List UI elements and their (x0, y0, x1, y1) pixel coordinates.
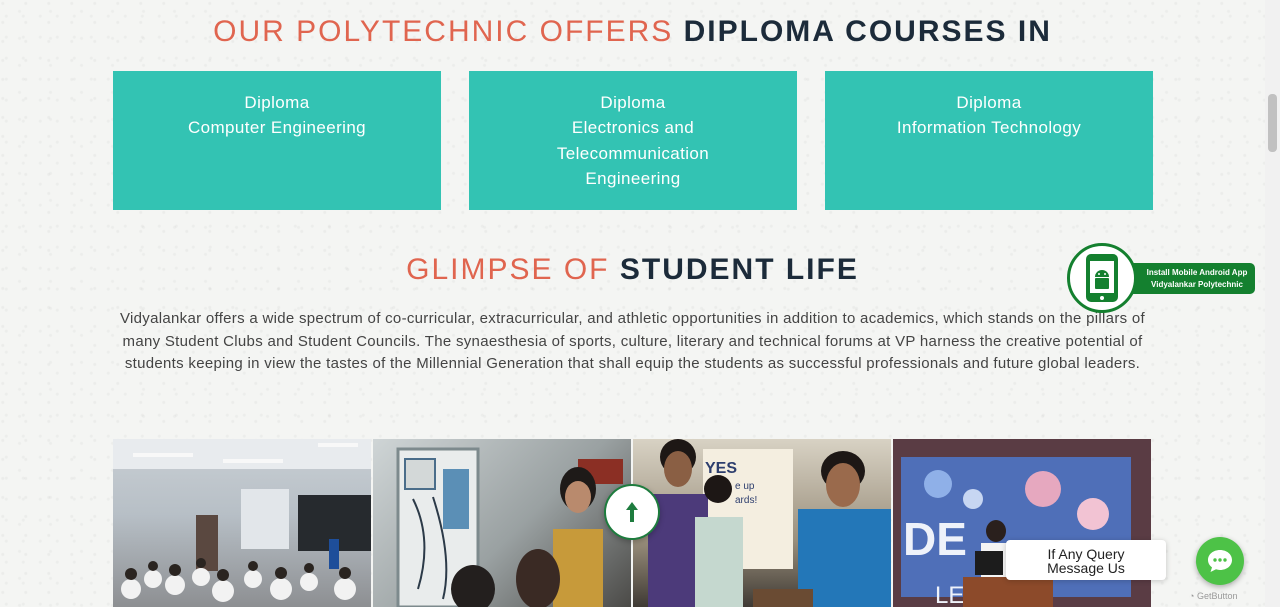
lab-scene (396, 447, 623, 607)
seminar-screen-text: DE (903, 513, 967, 565)
gallery-photo-classroom[interactable] (113, 439, 371, 607)
course-line: Engineering (585, 169, 681, 189)
chat-button[interactable] (1196, 537, 1244, 585)
query-line2: Message Us (1047, 560, 1125, 576)
courses-heading-light: OUR POLYTECHNIC OFFERS (213, 15, 674, 48)
seminar-screen-text: LE (935, 582, 964, 607)
course-line: Diploma (244, 93, 310, 112)
install-android-app-banner[interactable]: Install Mobile Android App Vidyalankar P… (1067, 243, 1255, 313)
exhibition-sign-fragment: ards! (735, 495, 757, 506)
course-line: Diploma (600, 93, 666, 112)
gallery-photo-seminar[interactable]: DE LE (893, 439, 1151, 607)
course-card-information-technology[interactable]: Diploma Information Technology (825, 71, 1153, 210)
getbutton-icon: ◔ (1189, 591, 1195, 601)
app-banner-line2: Vidyalankar Polytechnic (1151, 280, 1243, 289)
scrollbar-thumb[interactable] (1268, 94, 1277, 152)
course-card-computer-engineering[interactable]: Diploma Computer Engineering (113, 71, 441, 210)
course-line: Telecommunication (556, 143, 710, 163)
gallery-photo-project-exhibition[interactable]: YES e up ards! (633, 439, 891, 607)
course-card-electronics-telecommunication[interactable]: Diploma Electronics and Telecommunicatio… (469, 71, 797, 210)
course-line: Electronics and (571, 118, 695, 138)
seminar-scene: DE LE (893, 439, 1151, 607)
arrow-up-icon (626, 502, 638, 522)
query-message-bubble[interactable]: If Any Query Message Us (1006, 540, 1166, 580)
courses-heading: OUR POLYTECHNIC OFFERS DIPLOMA COURSES I… (0, 17, 1265, 47)
exhibition-sign-text: YES (705, 460, 737, 477)
student-life-heading-dark: STUDENT LIFE (619, 253, 859, 286)
chat-bubble-icon (1208, 550, 1232, 572)
app-banner-icon-circle (1067, 243, 1137, 313)
page-scrollbar[interactable] (1265, 0, 1280, 607)
student-life-description: Vidyalankar offers a wide spectrum of co… (119, 310, 1145, 372)
android-phone-icon (1086, 254, 1118, 302)
courses-heading-dark: DIPLOMA COURSES IN (683, 15, 1052, 48)
query-line1: If Any Query (1047, 546, 1125, 562)
course-line: Information Technology (896, 118, 1082, 138)
student-life-heading-light: GLIMPSE OF (406, 253, 610, 286)
course-line: Diploma (956, 93, 1022, 112)
course-line: Computer Engineering (187, 118, 367, 138)
getbutton-label: GetButton (1196, 591, 1238, 601)
getbutton-credit[interactable]: ◔ GetButton (1189, 591, 1237, 601)
classroom-scene (113, 439, 371, 602)
back-to-top-button[interactable] (604, 484, 660, 540)
gallery-photo-electronics-lab[interactable] (373, 439, 631, 607)
exhibition-sign-fragment: e up (735, 481, 755, 492)
app-banner-line1: Install Mobile Android App (1146, 268, 1248, 277)
exhibition-scene: YES e up ards! (648, 439, 891, 607)
